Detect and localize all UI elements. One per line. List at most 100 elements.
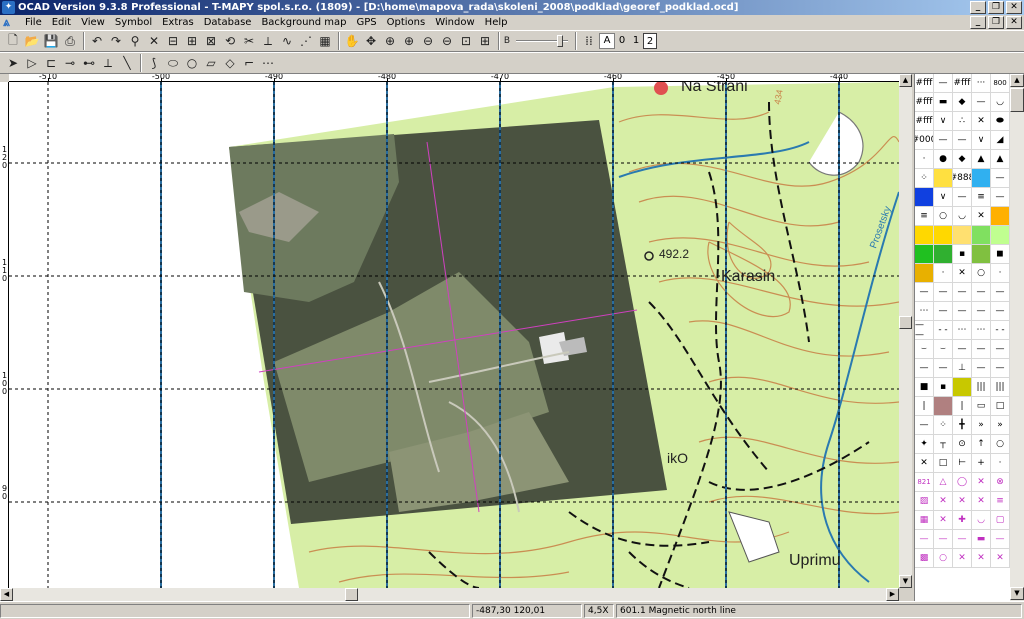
symbol-cell[interactable]: ○ [934,207,953,226]
symbol-cell[interactable]: ◼ [991,245,1010,264]
symbol-cell[interactable]: — [953,188,972,207]
symbol-cell[interactable]: #888 [953,169,972,188]
symbol-cell[interactable]: — [953,302,972,321]
symbol-cell[interactable]: ⊙ [953,435,972,454]
symbol-cell[interactable]: ▪ [934,378,953,397]
map-canvas[interactable]: Na Strani 492.2 Karasin Uprimu Prosetsky… [9,82,899,588]
zoom-in-plus-icon[interactable]: ⊕ [400,32,418,50]
symbol-cell[interactable]: ○ [991,435,1010,454]
symbol-cell[interactable]: — [934,74,953,93]
symbol-cell[interactable]: — [934,359,953,378]
symbol-cell[interactable] [991,207,1010,226]
symbol-cell[interactable]: □ [991,397,1010,416]
menu-help[interactable]: Help [480,15,513,30]
brightness-slider[interactable] [512,33,572,49]
symbol-cell[interactable]: ✕ [953,492,972,511]
symbol-cell[interactable] [934,226,953,245]
symbol-cell[interactable]: - - [991,321,1010,340]
edit-object-icon[interactable]: ➤ [4,54,22,72]
move-icon[interactable]: ✥ [362,32,380,50]
symbol-cell[interactable]: ✕ [972,112,991,131]
symbol-cell[interactable]: — [915,530,934,549]
symbol-cell[interactable]: ▨ [915,492,934,511]
symbol-cell[interactable]: ◆ [953,150,972,169]
symbol-cell[interactable]: ◡ [972,511,991,530]
symbol-cell[interactable] [953,378,972,397]
zoom-out-icon[interactable]: ⊖ [419,32,437,50]
symbol-cell[interactable]: ⊗ [991,473,1010,492]
symbol-cell[interactable]: — [972,302,991,321]
symbol-cell[interactable]: ✕ [991,549,1010,568]
symbol-cell[interactable]: ▪ [953,245,972,264]
straight-line-icon[interactable]: ╲ [118,54,136,72]
polyline-icon[interactable]: ⌐ [240,54,258,72]
symbol-cell[interactable]: — [953,283,972,302]
symbol-cell[interactable]: ✕ [934,492,953,511]
reshape-icon[interactable]: ⟲ [221,32,239,50]
undo-icon[interactable]: ↶ [88,32,106,50]
symbol-cell[interactable]: ||| [972,378,991,397]
symbol-cell[interactable]: — — [915,321,934,340]
symbol-cell[interactable]: 821 [915,473,934,492]
align-icon[interactable]: ⊟ [164,32,182,50]
symbol-cell[interactable]: — [972,340,991,359]
vertical-scroll-thumb[interactable] [899,316,912,329]
symbol-cell[interactable]: #fff [915,112,934,131]
symbol-cell[interactable]: ✚ [953,511,972,530]
scroll-left-arrow[interactable]: ◀ [0,588,13,601]
symbol-cell[interactable]: ⊥ [953,359,972,378]
point-remove-icon[interactable]: ⊷ [80,54,98,72]
symbol-cell[interactable]: ◡ [953,207,972,226]
symbol-cell[interactable]: ● [934,150,953,169]
symbol-scroll-up-arrow[interactable]: ▲ [1010,74,1024,87]
symbol-cell[interactable]: 800 [991,74,1010,93]
zoom-window-icon[interactable]: ⊡ [457,32,475,50]
menu-extras[interactable]: Extras [157,15,199,30]
symbol-cell[interactable]: — [972,93,991,112]
restore-button[interactable]: ❐ [988,1,1004,14]
symbol-cell[interactable] [915,188,934,207]
symbol-cell[interactable]: — [972,359,991,378]
distribute-icon[interactable]: ⊞ [183,32,201,50]
freehand-icon[interactable]: ◇ [221,54,239,72]
circle-icon[interactable]: ○ [183,54,201,72]
symbol-cell[interactable] [934,397,953,416]
dotted-grid-icon[interactable]: ⁞⁞ [580,32,598,50]
symbol-cell[interactable] [934,245,953,264]
symbol-cell[interactable] [972,169,991,188]
menu-symbol[interactable]: Symbol [110,15,157,30]
rectangle-icon[interactable]: ▱ [202,54,220,72]
symbol-cell[interactable] [991,226,1010,245]
symbol-cell[interactable] [953,226,972,245]
symbol-cell[interactable]: — [953,530,972,549]
open-folder-icon[interactable]: 📂 [23,32,41,50]
symbol-cell[interactable]: — [991,340,1010,359]
point-add-icon[interactable]: ⊸ [61,54,79,72]
symbol-cell[interactable]: | [915,397,934,416]
smooth-icon[interactable]: ∿ [278,32,296,50]
symbol-cell[interactable]: · [991,264,1010,283]
symbol-cell[interactable]: ◯ [953,473,972,492]
scroll-up-arrow[interactable]: ▲ [899,74,912,87]
menu-database[interactable]: Database [199,15,257,30]
mode-button-0[interactable]: 0 [615,33,629,49]
symbol-cell[interactable]: ╋ [953,416,972,435]
symbol-cell[interactable]: ⋯ [972,321,991,340]
mode-button-1[interactable]: 1 [629,33,643,49]
horizontal-scrollbar[interactable]: ◀ ▶ [0,588,899,601]
symbol-cell[interactable] [972,226,991,245]
edit-point-icon[interactable]: ▷ [23,54,41,72]
vertical-scrollbar[interactable]: ▲ ▼ [899,74,912,588]
symbol-cell[interactable]: — [991,283,1010,302]
symbol-cell[interactable]: #fff [953,74,972,93]
symbol-cell[interactable]: ✕ [915,454,934,473]
symbol-cell[interactable]: — [915,359,934,378]
symbol-cell[interactable]: ○ [972,264,991,283]
symbol-cell[interactable]: ✕ [934,511,953,530]
symbol-cell[interactable]: ◡ [991,93,1010,112]
symbol-cell[interactable] [934,169,953,188]
doc-close-button[interactable]: ✕ [1006,16,1022,29]
delete-icon[interactable]: ✕ [145,32,163,50]
symbol-cell[interactable]: ⋯ [953,321,972,340]
symbol-cell[interactable]: ✕ [953,264,972,283]
